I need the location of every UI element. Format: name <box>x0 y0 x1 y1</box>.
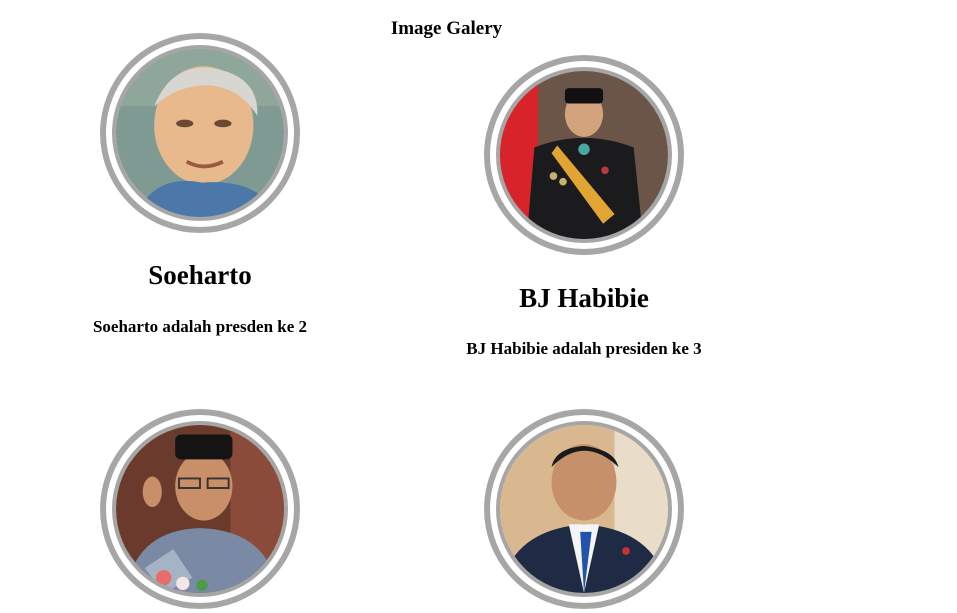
portrait-sby <box>496 421 672 597</box>
portrait-gus-dur <box>112 421 288 597</box>
gallery-page: Image Galery Soeharto Soeharto adalah pr… <box>0 0 957 613</box>
portrait-soeharto <box>112 45 288 221</box>
person-name: BJ Habibie <box>519 283 649 313</box>
person-name: Soeharto <box>148 260 252 290</box>
person-description: Soeharto adalah presden ke 2 <box>92 317 308 336</box>
portrait-frame[interactable] <box>484 409 684 609</box>
portrait-frame[interactable] <box>100 33 300 233</box>
portrait-frame[interactable] <box>484 55 684 255</box>
portrait-habibie <box>496 67 672 243</box>
gallery-title: Image Galery <box>390 18 503 39</box>
person-description: BJ Habibie adalah presiden ke 3 <box>466 339 702 358</box>
portrait-frame[interactable] <box>100 409 300 609</box>
